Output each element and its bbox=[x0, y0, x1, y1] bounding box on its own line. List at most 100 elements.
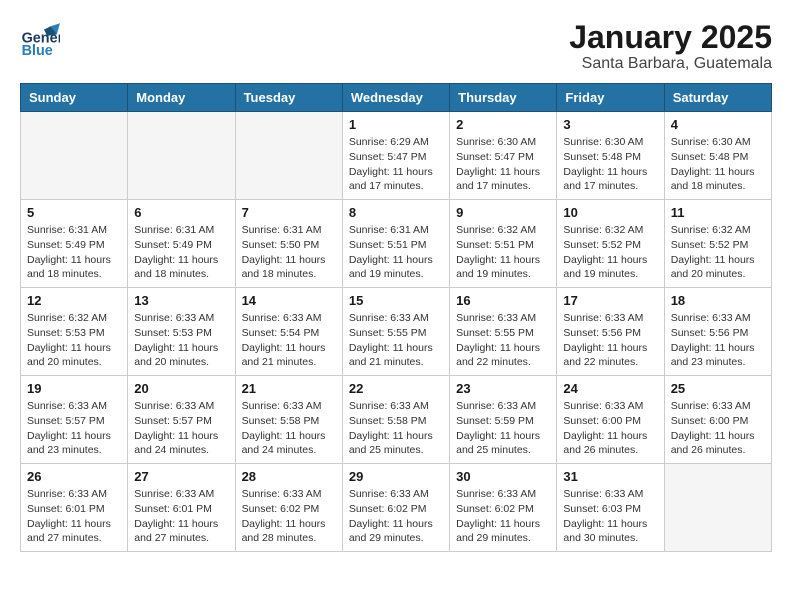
day-number: 25 bbox=[671, 381, 765, 396]
day-number: 13 bbox=[134, 293, 228, 308]
day-number: 2 bbox=[456, 117, 550, 132]
calendar-day-cell: 6 Sunrise: 6:31 AM Sunset: 5:49 PM Daylig… bbox=[128, 200, 235, 288]
day-info: Sunrise: 6:33 AM Sunset: 5:56 PM Dayligh… bbox=[563, 311, 657, 370]
day-info: Sunrise: 6:33 AM Sunset: 5:57 PM Dayligh… bbox=[134, 399, 228, 458]
calendar-day-header: Monday bbox=[128, 84, 235, 112]
calendar-day-cell: 10 Sunrise: 6:32 AM Sunset: 5:52 PM Dayli… bbox=[557, 200, 664, 288]
calendar-day-cell: 19Sunrise: 6:33 AM Sunset: 5:57 PM Dayli… bbox=[21, 376, 128, 464]
day-number: 6 bbox=[134, 205, 228, 220]
day-number: 31 bbox=[563, 469, 657, 484]
calendar-day-cell bbox=[128, 112, 235, 200]
day-number: 17 bbox=[563, 293, 657, 308]
logo-icon: General Blue bbox=[20, 20, 60, 60]
day-info: Sunrise: 6:33 AM Sunset: 5:53 PM Dayligh… bbox=[134, 311, 228, 370]
calendar-day-cell: 26Sunrise: 6:33 AM Sunset: 6:01 PM Dayli… bbox=[21, 464, 128, 552]
day-info: Sunrise: 6:30 AM Sunset: 5:48 PM Dayligh… bbox=[671, 135, 765, 194]
day-number: 23 bbox=[456, 381, 550, 396]
calendar-day-cell: 28 Sunrise: 6:33 AM Sunset: 6:02 PM Dayli… bbox=[235, 464, 342, 552]
calendar-week-row: 26Sunrise: 6:33 AM Sunset: 6:01 PM Dayli… bbox=[21, 464, 772, 552]
day-number: 20 bbox=[134, 381, 228, 396]
page-title: January 2025 bbox=[569, 20, 772, 55]
calendar-day-cell: 17 Sunrise: 6:33 AM Sunset: 5:56 PM Dayli… bbox=[557, 288, 664, 376]
day-info: Sunrise: 6:31 AM Sunset: 5:50 PM Dayligh… bbox=[242, 223, 336, 282]
day-info: Sunrise: 6:33 AM Sunset: 5:58 PM Dayligh… bbox=[242, 399, 336, 458]
day-info: Sunrise: 6:33 AM Sunset: 6:01 PM Dayligh… bbox=[134, 487, 228, 546]
day-info: Sunrise: 6:32 AM Sunset: 5:53 PM Dayligh… bbox=[27, 311, 121, 370]
page-header: General Blue January 2025 Santa Barbara,… bbox=[20, 20, 772, 73]
day-number: 19 bbox=[27, 381, 121, 396]
calendar-day-cell: 29 Sunrise: 6:33 AM Sunset: 6:02 PM Dayli… bbox=[342, 464, 449, 552]
day-info: Sunrise: 6:29 AM Sunset: 5:47 PM Dayligh… bbox=[349, 135, 443, 194]
day-info: Sunrise: 6:33 AM Sunset: 6:02 PM Dayligh… bbox=[349, 487, 443, 546]
calendar-day-cell: 8 Sunrise: 6:31 AM Sunset: 5:51 PM Daylig… bbox=[342, 200, 449, 288]
day-info: Sunrise: 6:30 AM Sunset: 5:47 PM Dayligh… bbox=[456, 135, 550, 194]
calendar-day-cell: 23 Sunrise: 6:33 AM Sunset: 5:59 PM Dayli… bbox=[450, 376, 557, 464]
calendar-day-cell bbox=[664, 464, 771, 552]
day-number: 9 bbox=[456, 205, 550, 220]
calendar-day-cell: 3 Sunrise: 6:30 AM Sunset: 5:48 PM Daylig… bbox=[557, 112, 664, 200]
calendar-day-cell bbox=[235, 112, 342, 200]
day-number: 10 bbox=[563, 205, 657, 220]
day-info: Sunrise: 6:33 AM Sunset: 6:02 PM Dayligh… bbox=[456, 487, 550, 546]
calendar-header-row: SundayMondayTuesdayWednesdayThursdayFrid… bbox=[21, 84, 772, 112]
svg-text:Blue: Blue bbox=[22, 43, 53, 59]
calendar-day-cell: 1 Sunrise: 6:29 AM Sunset: 5:47 PM Daylig… bbox=[342, 112, 449, 200]
day-number: 18 bbox=[671, 293, 765, 308]
day-number: 7 bbox=[242, 205, 336, 220]
calendar-day-cell: 25Sunrise: 6:33 AM Sunset: 6:00 PM Dayli… bbox=[664, 376, 771, 464]
calendar-day-header: Sunday bbox=[21, 84, 128, 112]
day-number: 27 bbox=[134, 469, 228, 484]
calendar-day-cell: 15 Sunrise: 6:33 AM Sunset: 5:55 PM Dayli… bbox=[342, 288, 449, 376]
day-number: 30 bbox=[456, 469, 550, 484]
day-info: Sunrise: 6:33 AM Sunset: 5:55 PM Dayligh… bbox=[349, 311, 443, 370]
day-info: Sunrise: 6:31 AM Sunset: 5:51 PM Dayligh… bbox=[349, 223, 443, 282]
calendar-day-cell: 21 Sunrise: 6:33 AM Sunset: 5:58 PM Dayli… bbox=[235, 376, 342, 464]
calendar-day-header: Friday bbox=[557, 84, 664, 112]
logo: General Blue bbox=[20, 20, 60, 60]
day-info: Sunrise: 6:33 AM Sunset: 5:59 PM Dayligh… bbox=[456, 399, 550, 458]
calendar-day-cell: 11Sunrise: 6:32 AM Sunset: 5:52 PM Dayli… bbox=[664, 200, 771, 288]
day-number: 4 bbox=[671, 117, 765, 132]
day-info: Sunrise: 6:30 AM Sunset: 5:48 PM Dayligh… bbox=[563, 135, 657, 194]
day-info: Sunrise: 6:33 AM Sunset: 5:58 PM Dayligh… bbox=[349, 399, 443, 458]
calendar-day-header: Thursday bbox=[450, 84, 557, 112]
calendar-table: SundayMondayTuesdayWednesdayThursdayFrid… bbox=[20, 83, 772, 552]
day-info: Sunrise: 6:32 AM Sunset: 5:52 PM Dayligh… bbox=[563, 223, 657, 282]
calendar-day-cell: 12 Sunrise: 6:32 AM Sunset: 5:53 PM Dayli… bbox=[21, 288, 128, 376]
calendar-day-header: Saturday bbox=[664, 84, 771, 112]
day-number: 14 bbox=[242, 293, 336, 308]
calendar-day-cell: 22Sunrise: 6:33 AM Sunset: 5:58 PM Dayli… bbox=[342, 376, 449, 464]
calendar-day-cell: 27 Sunrise: 6:33 AM Sunset: 6:01 PM Dayli… bbox=[128, 464, 235, 552]
calendar-day-cell: 16Sunrise: 6:33 AM Sunset: 5:55 PM Dayli… bbox=[450, 288, 557, 376]
calendar-day-cell: 14Sunrise: 6:33 AM Sunset: 5:54 PM Dayli… bbox=[235, 288, 342, 376]
calendar-week-row: 19 Sunrise: 6:33 AM Sunset: 5:57 PM Dayli… bbox=[21, 376, 772, 464]
day-number: 29 bbox=[349, 469, 443, 484]
day-number: 15 bbox=[349, 293, 443, 308]
day-info: Sunrise: 6:31 AM Sunset: 5:49 PM Dayligh… bbox=[27, 223, 121, 282]
day-info: Sunrise: 6:33 AM Sunset: 6:02 PM Dayligh… bbox=[242, 487, 336, 546]
day-info: Sunrise: 6:33 AM Sunset: 6:00 PM Dayligh… bbox=[563, 399, 657, 458]
calendar-week-row: 12 Sunrise: 6:32 AM Sunset: 5:53 PM Dayli… bbox=[21, 288, 772, 376]
calendar-day-header: Tuesday bbox=[235, 84, 342, 112]
day-info: Sunrise: 6:33 AM Sunset: 5:55 PM Dayligh… bbox=[456, 311, 550, 370]
day-number: 5 bbox=[27, 205, 121, 220]
day-number: 24 bbox=[563, 381, 657, 396]
day-number: 28 bbox=[242, 469, 336, 484]
calendar-day-cell bbox=[21, 112, 128, 200]
calendar-day-cell: 24 Sunrise: 6:33 AM Sunset: 6:00 PM Dayli… bbox=[557, 376, 664, 464]
day-info: Sunrise: 6:32 AM Sunset: 5:51 PM Dayligh… bbox=[456, 223, 550, 282]
calendar-week-row: 5 Sunrise: 6:31 AM Sunset: 5:49 PM Daylig… bbox=[21, 200, 772, 288]
calendar-day-cell: 2 Sunrise: 6:30 AM Sunset: 5:47 PM Daylig… bbox=[450, 112, 557, 200]
calendar-day-cell: 30 Sunrise: 6:33 AM Sunset: 6:02 PM Dayli… bbox=[450, 464, 557, 552]
day-info: Sunrise: 6:33 AM Sunset: 6:01 PM Dayligh… bbox=[27, 487, 121, 546]
day-number: 8 bbox=[349, 205, 443, 220]
day-number: 11 bbox=[671, 205, 765, 220]
day-info: Sunrise: 6:31 AM Sunset: 5:49 PM Dayligh… bbox=[134, 223, 228, 282]
day-number: 21 bbox=[242, 381, 336, 396]
calendar-day-cell: 7 Sunrise: 6:31 AM Sunset: 5:50 PM Daylig… bbox=[235, 200, 342, 288]
day-info: Sunrise: 6:33 AM Sunset: 5:56 PM Dayligh… bbox=[671, 311, 765, 370]
day-info: Sunrise: 6:33 AM Sunset: 6:03 PM Dayligh… bbox=[563, 487, 657, 546]
day-number: 12 bbox=[27, 293, 121, 308]
day-number: 3 bbox=[563, 117, 657, 132]
day-number: 1 bbox=[349, 117, 443, 132]
